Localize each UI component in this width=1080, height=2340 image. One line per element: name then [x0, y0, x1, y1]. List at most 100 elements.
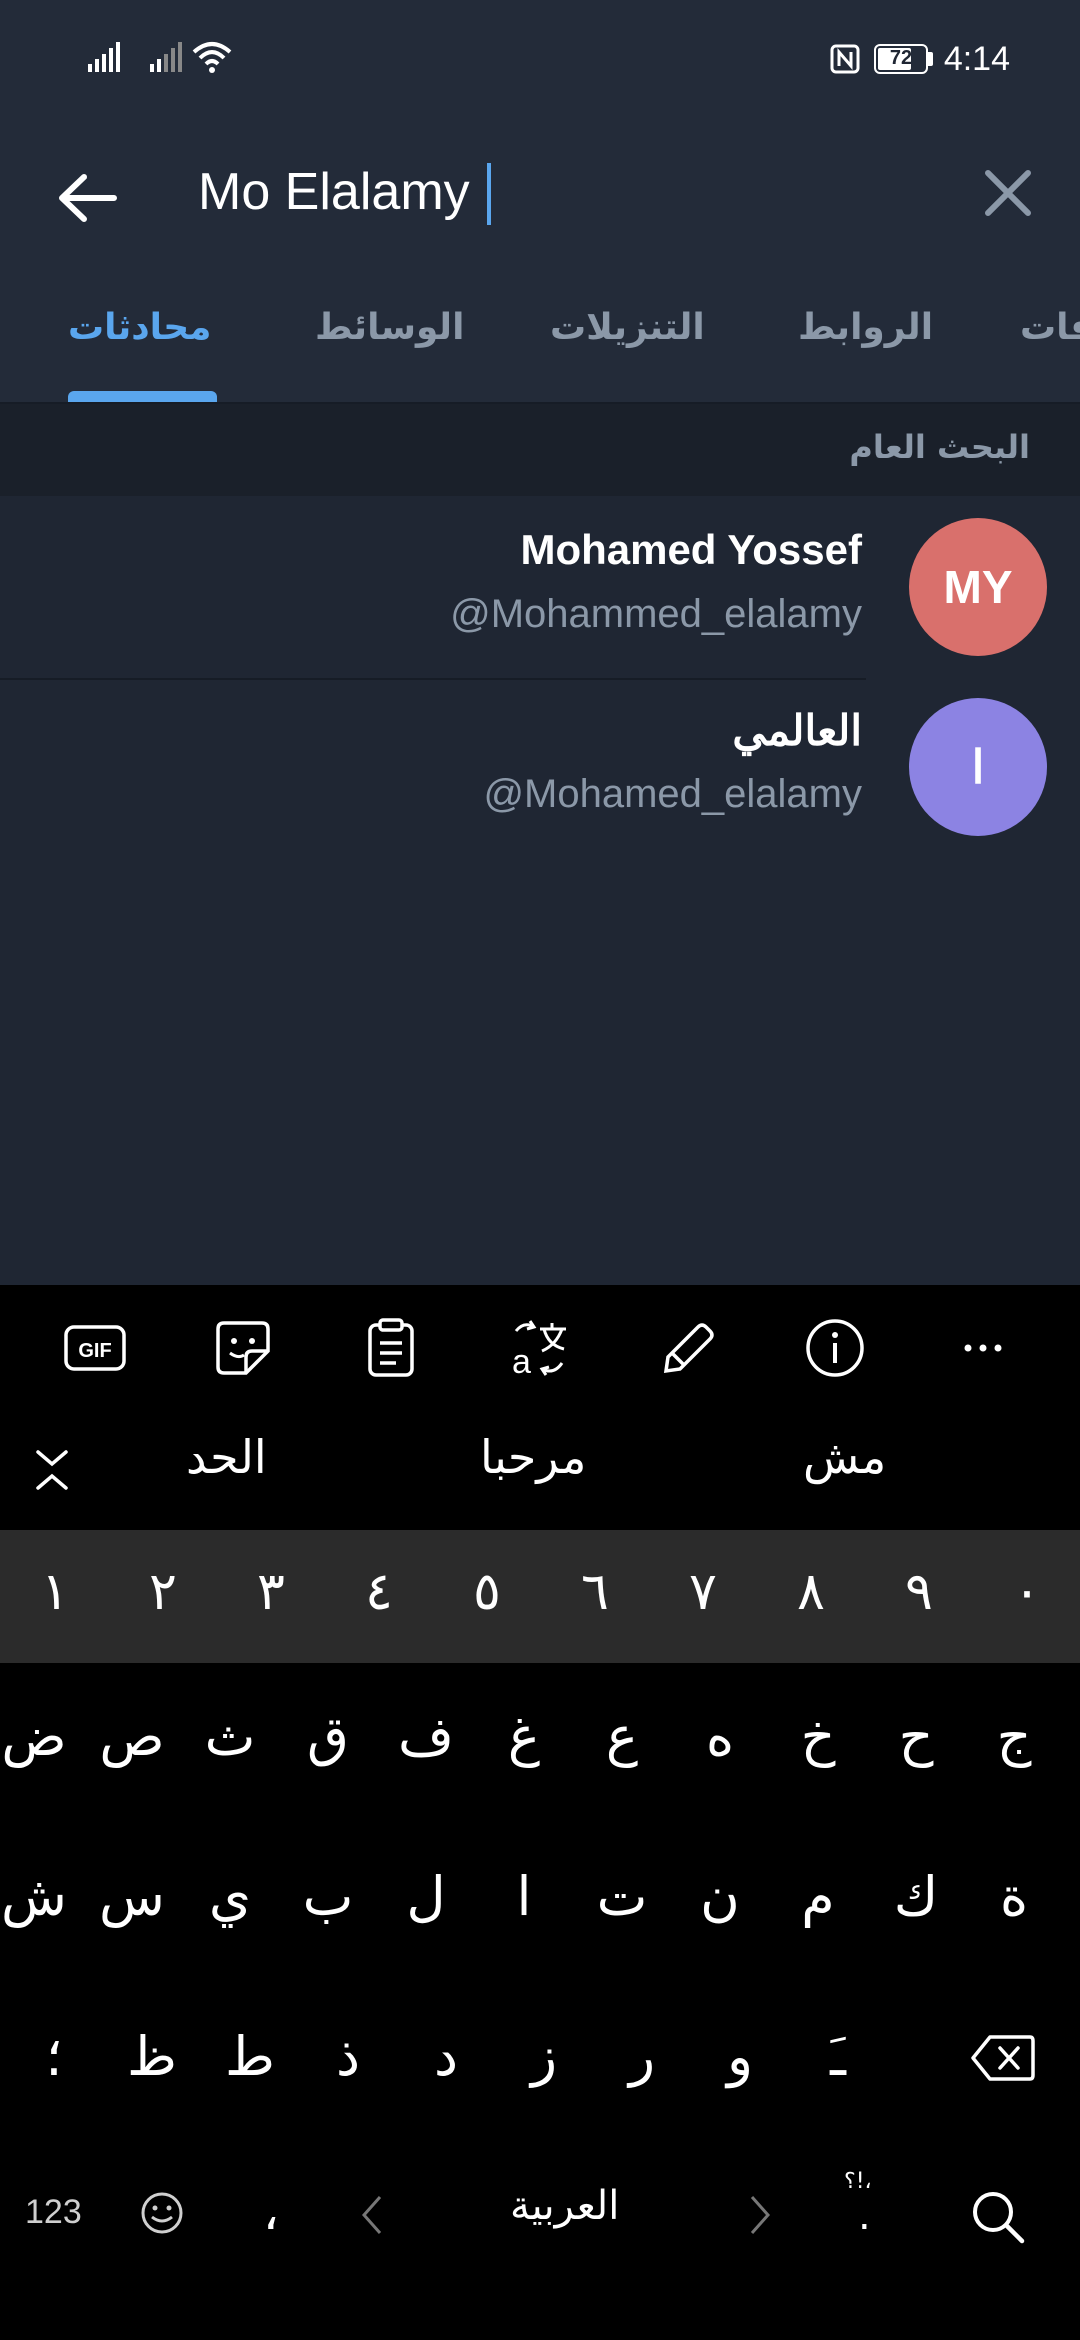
key[interactable]: ر [592, 2025, 692, 2088]
chevron-left-icon[interactable] [360, 2193, 384, 2237]
key-row-2: ش س ي ب ل ا ت ن م ك ة [0, 1823, 1080, 1983]
status-bar: 72 4:14 [0, 0, 1080, 125]
key[interactable]: ث [180, 1705, 280, 1768]
key[interactable]: د [396, 2025, 496, 2088]
result-name: العالمي [732, 707, 862, 754]
result-username: @Mohamed_elalamy [483, 772, 862, 816]
key-row-bottom: 123 ، العربية ؟!، . [0, 2143, 1080, 2340]
text-cursor [487, 163, 491, 225]
suggestion-bar: الحد مرحبا مش [0, 1410, 1080, 1530]
close-icon[interactable] [978, 163, 1038, 223]
clipboard-icon[interactable] [358, 1315, 424, 1381]
key[interactable]: ل [376, 1865, 476, 1928]
key[interactable]: ٢ [113, 1562, 213, 1622]
key[interactable]: ١ [5, 1562, 105, 1622]
suggestion[interactable]: الحد [186, 1430, 267, 1484]
signal-icon [150, 42, 182, 72]
collapse-suggestions-icon[interactable] [30, 1448, 74, 1492]
key[interactable]: ف [376, 1705, 476, 1768]
backspace-icon[interactable] [970, 2033, 1036, 2083]
key[interactable]: و [690, 2025, 790, 2088]
sticker-icon[interactable] [210, 1315, 276, 1381]
battery-level: 72 [889, 47, 913, 69]
search-tabs: محادثات الوسائط التنزيلات الروابط فات [0, 275, 1080, 404]
tab-links[interactable]: الروابط [798, 307, 933, 348]
key[interactable]: ظ [102, 2025, 202, 2088]
key[interactable]: ٧ [653, 1562, 753, 1622]
active-tab-indicator [68, 391, 217, 402]
key-row-1: ض ص ث ق ف غ ع ه خ ح ج [0, 1663, 1080, 1823]
wifi-icon [192, 42, 232, 73]
key[interactable]: ٣ [221, 1562, 321, 1622]
key[interactable]: س [82, 1865, 182, 1928]
battery-icon: 72 [874, 44, 928, 74]
emoji-icon[interactable] [140, 2191, 184, 2235]
search-result-row[interactable]: العالمي @Mohamed_elalamy ا [0, 676, 1080, 856]
info-icon[interactable] [802, 1315, 868, 1381]
tab-media[interactable]: الوسائط [315, 307, 464, 348]
keyboard: GIF a الحد مرحبا مش ١ ٢ ٣ ٤ ٥ ٦ ٧ ٨ ٩ ٠ … [0, 1285, 1080, 2340]
battery-tip [928, 52, 933, 66]
key[interactable]: ض [0, 1705, 84, 1768]
result-username: @Mohammed_elalamy [450, 592, 862, 636]
tab-chats[interactable]: محادثات [68, 307, 211, 348]
key[interactable]: ع [572, 1705, 672, 1768]
key[interactable]: ز [494, 2025, 594, 2088]
search-icon[interactable] [968, 2187, 1028, 2247]
key-row-3: ؛ ظ ط ذ د ز ر و ـَ [0, 1983, 1080, 2143]
key[interactable]: غ [474, 1705, 574, 1768]
tab-files[interactable]: فات [1020, 307, 1080, 348]
section-title: البحث العام [849, 428, 1030, 466]
key[interactable]: ب [278, 1865, 378, 1928]
key[interactable]: ة [964, 1865, 1064, 1928]
key[interactable]: م [768, 1865, 868, 1928]
key[interactable]: خ [768, 1705, 868, 1768]
chevron-right-icon[interactable] [748, 2193, 772, 2237]
space-key[interactable]: العربية [510, 2183, 619, 2229]
key[interactable]: ن [670, 1865, 770, 1928]
key[interactable]: ج [964, 1705, 1064, 1768]
avatar: ا [909, 698, 1047, 836]
key[interactable]: ك [866, 1865, 966, 1928]
numbers-key[interactable]: 123 [25, 2193, 82, 2232]
gif-icon[interactable]: GIF [62, 1315, 128, 1381]
key[interactable]: ا [474, 1865, 574, 1928]
search-result-row[interactable]: Mohamed Yossef @Mohammed_elalamy MY [0, 496, 1080, 676]
gif-label: GIF [78, 1340, 111, 1362]
suggestion[interactable]: مش [803, 1430, 886, 1484]
key[interactable]: ٠ [977, 1562, 1077, 1622]
search-input[interactable]: Mo Elalamy [198, 152, 470, 232]
key[interactable]: ح [866, 1705, 966, 1768]
key[interactable]: ش [0, 1865, 84, 1928]
search-header: Mo Elalamy [0, 125, 1080, 275]
comma-key[interactable]: ، [221, 2183, 321, 2241]
key[interactable]: ي [180, 1865, 280, 1928]
more-icon[interactable] [950, 1315, 1016, 1381]
suggestion[interactable]: مرحبا [480, 1430, 586, 1484]
key[interactable]: ص [82, 1705, 182, 1768]
key[interactable]: ذ [298, 2025, 398, 2088]
translate-icon[interactable]: a [506, 1315, 572, 1381]
key[interactable]: ؛ [4, 2025, 104, 2088]
period-key[interactable]: . [858, 2193, 871, 2239]
key[interactable]: ط [200, 2025, 300, 2088]
tab-downloads[interactable]: التنزيلات [550, 307, 705, 348]
key[interactable]: ٤ [329, 1562, 429, 1622]
key[interactable]: ـَ [788, 2025, 888, 2088]
arrow-left-icon[interactable] [52, 163, 122, 233]
punctuation-key[interactable]: ؟!، [844, 2169, 872, 2194]
key[interactable]: ٩ [869, 1562, 969, 1622]
key[interactable]: ه [670, 1705, 770, 1768]
avatar: MY [909, 518, 1047, 656]
key[interactable]: ق [278, 1705, 378, 1768]
nfc-icon [830, 44, 860, 74]
status-time: 4:14 [943, 40, 1010, 78]
signal-icon [88, 42, 120, 72]
handwriting-icon[interactable] [654, 1315, 720, 1381]
number-row: ١ ٢ ٣ ٤ ٥ ٦ ٧ ٨ ٩ ٠ [0, 1530, 1080, 1663]
key[interactable]: ٨ [761, 1562, 861, 1622]
key[interactable]: ت [572, 1865, 672, 1928]
key[interactable]: ٦ [545, 1562, 645, 1622]
key[interactable]: ٥ [437, 1562, 537, 1622]
global-search-header: البحث العام [0, 404, 1080, 496]
